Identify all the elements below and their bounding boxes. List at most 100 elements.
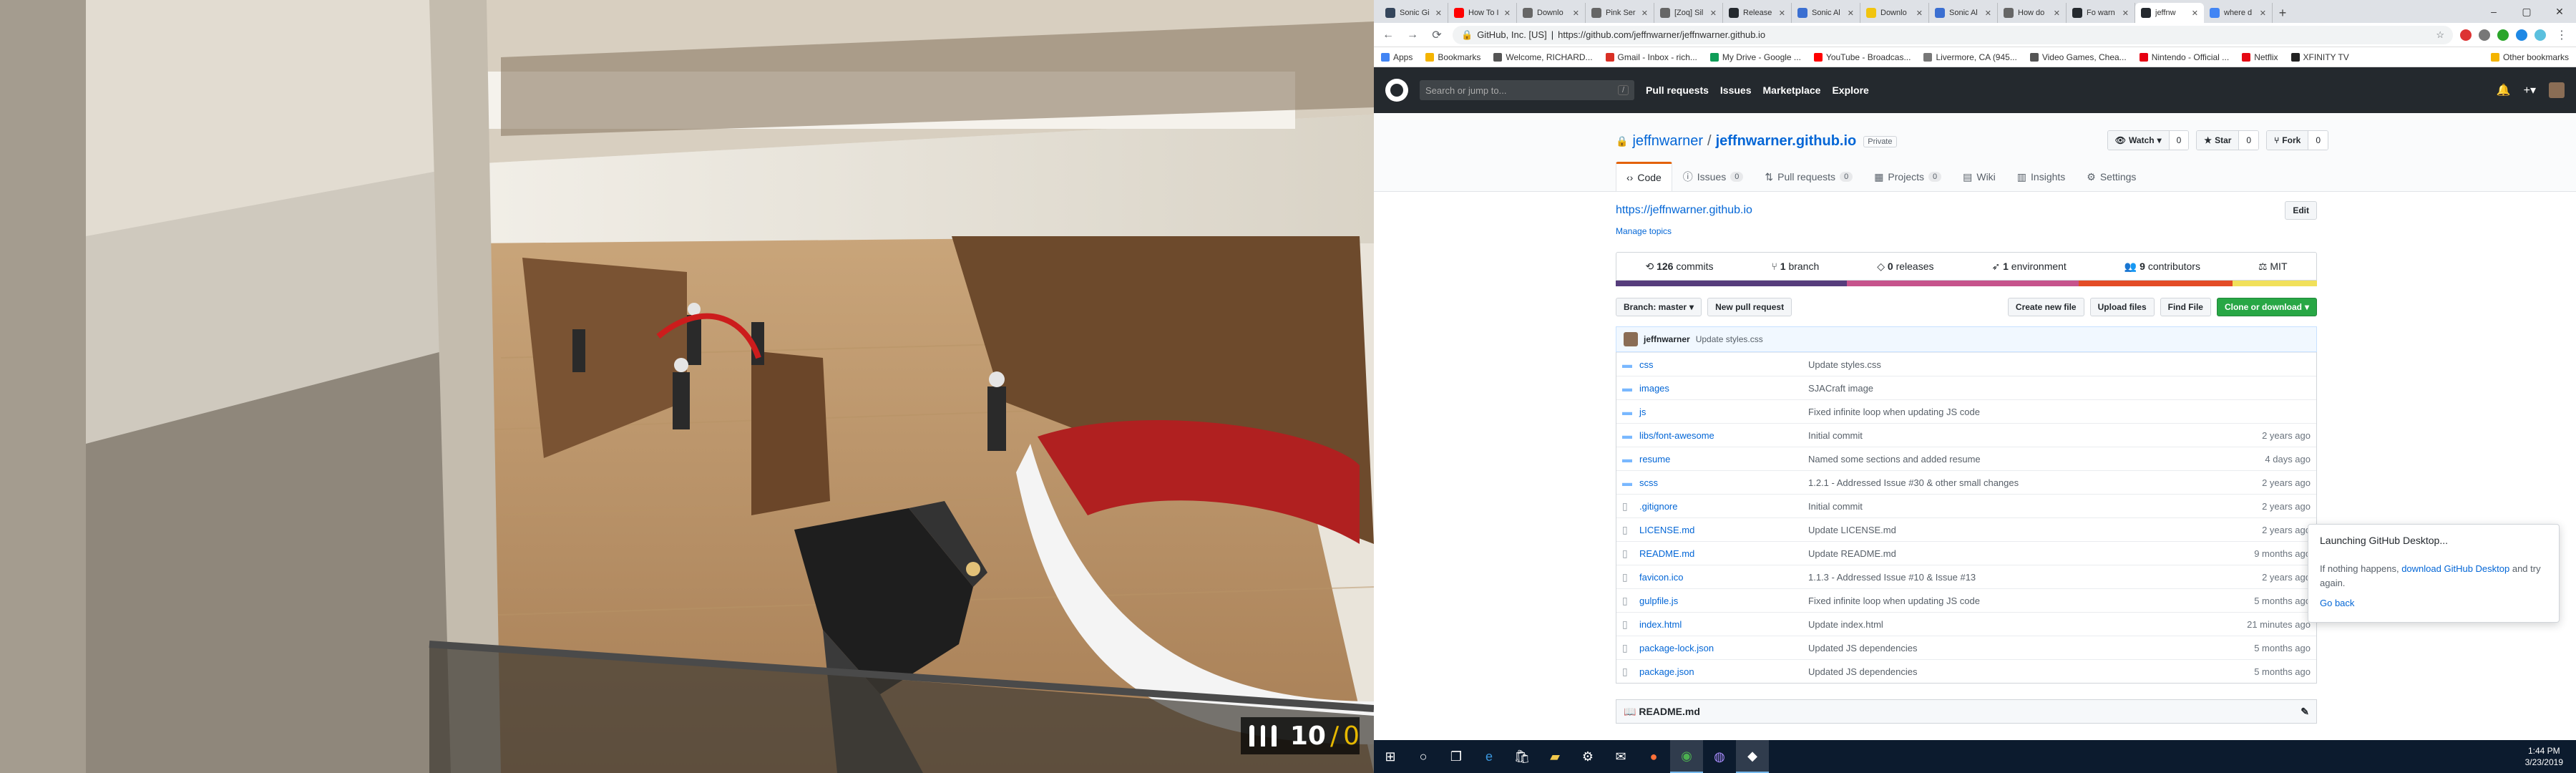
app-icon[interactable]: ◍ bbox=[1703, 740, 1736, 773]
clone-download-button[interactable]: Clone or download ▾ bbox=[2216, 298, 2317, 316]
chrome-icon[interactable]: ◉ bbox=[1670, 740, 1703, 773]
extension-icon[interactable] bbox=[2460, 29, 2472, 41]
tab-wiki[interactable]: ▤ Wiki bbox=[1952, 162, 2006, 191]
create-new-file-button[interactable]: Create new file bbox=[2007, 298, 2084, 316]
close-icon[interactable]: ✕ bbox=[1779, 9, 1785, 18]
star-count[interactable]: 0 bbox=[2239, 131, 2259, 150]
extension-icon[interactable] bbox=[2497, 29, 2509, 41]
game-viewport[interactable]: 10 / 0 bbox=[0, 0, 1374, 773]
address-url[interactable]: https://github.com/jeffnwarner/jeffnwarn… bbox=[1558, 29, 1765, 40]
manage-topics-link[interactable]: Manage topics bbox=[1616, 226, 2317, 236]
star-button[interactable]: ★ Star 0 bbox=[2196, 130, 2260, 150]
watch-button[interactable]: 👁 Watch ▾ 0 bbox=[2107, 130, 2190, 150]
file-name-link[interactable]: resume bbox=[1639, 454, 1808, 465]
bookmark-item[interactable]: XFINITY TV bbox=[2290, 52, 2349, 62]
forward-icon[interactable]: → bbox=[1404, 29, 1421, 42]
file-name-link[interactable]: libs/font-awesome bbox=[1639, 430, 1808, 441]
other-bookmarks[interactable]: Other bookmarks bbox=[2490, 52, 2569, 62]
bookmark-item[interactable]: Livermore, CA (945... bbox=[1923, 52, 2017, 62]
commit-message-link[interactable]: Update LICENSE.md bbox=[1808, 525, 2210, 535]
edge-icon[interactable]: e bbox=[1473, 740, 1506, 773]
close-icon[interactable]: ✕ bbox=[2543, 0, 2576, 23]
pencil-icon[interactable]: ✎ bbox=[2301, 706, 2309, 718]
close-icon[interactable]: ✕ bbox=[2122, 9, 2129, 18]
commit-message-link[interactable]: SJACraft image bbox=[1808, 383, 2210, 394]
bookmark-item[interactable]: Apps bbox=[1381, 52, 1413, 62]
maximize-icon[interactable]: ▢ bbox=[2510, 0, 2543, 23]
repo-name[interactable]: jeffnwarner.github.io bbox=[1716, 133, 1857, 150]
tab-insights[interactable]: ▥ Insights bbox=[2006, 162, 2076, 191]
go-back-link[interactable]: Go back bbox=[2320, 598, 2547, 608]
system-clock[interactable]: 1:44 PM 3/23/2019 bbox=[2525, 745, 2576, 768]
commit-message-link[interactable]: Named some sections and added resume bbox=[1808, 454, 2210, 465]
minimize-icon[interactable]: – bbox=[2477, 0, 2510, 23]
commit-message-link[interactable]: Fixed infinite loop when updating JS cod… bbox=[1808, 407, 2210, 417]
browser-tab[interactable]: Downlo ✕ bbox=[1517, 3, 1586, 23]
browser-tab[interactable]: How To I ✕ bbox=[1448, 3, 1517, 23]
browser-tab[interactable]: How do ✕ bbox=[1998, 3, 2067, 23]
close-icon[interactable]: ✕ bbox=[1710, 9, 1717, 18]
branch-select[interactable]: Branch: master ▾ bbox=[1616, 298, 1702, 316]
nav-pull-requests[interactable]: Pull requests bbox=[1646, 84, 1709, 96]
reload-icon[interactable]: ⟳ bbox=[1428, 28, 1445, 42]
commit-message-link[interactable]: 1.2.1 - Addressed Issue #30 & other smal… bbox=[1808, 477, 2210, 488]
firefox-icon[interactable]: ● bbox=[1637, 740, 1670, 773]
plus-icon[interactable]: +▾ bbox=[2524, 83, 2536, 97]
extension-icon[interactable] bbox=[2479, 29, 2490, 41]
commit-message-link[interactable]: Update index.html bbox=[1808, 619, 2210, 630]
file-name-link[interactable]: css bbox=[1639, 359, 1808, 370]
close-icon[interactable]: ✕ bbox=[1573, 9, 1579, 18]
bookmark-item[interactable]: My Drive - Google ... bbox=[1709, 52, 1801, 62]
watch-count[interactable]: 0 bbox=[2169, 131, 2189, 150]
new-tab-button[interactable]: + bbox=[2273, 3, 2293, 23]
close-icon[interactable]: ✕ bbox=[1985, 9, 1991, 18]
browser-tab[interactable]: where d ✕ bbox=[2204, 3, 2273, 23]
avatar[interactable] bbox=[2549, 82, 2565, 98]
close-icon[interactable]: ✕ bbox=[2260, 9, 2266, 18]
browser-tab[interactable]: Pink Ser ✕ bbox=[1586, 3, 1654, 23]
tab-projects[interactable]: ▦ Projects 0 bbox=[1863, 162, 1952, 191]
bookmark-item[interactable]: Video Games, Chea... bbox=[2029, 52, 2127, 62]
mail-icon[interactable]: ✉ bbox=[1604, 740, 1637, 773]
avatar[interactable] bbox=[1624, 332, 1638, 346]
extension-icon[interactable] bbox=[2516, 29, 2527, 41]
new-pull-request-button[interactable]: New pull request bbox=[1707, 298, 1792, 316]
game-app-icon[interactable]: ◆ bbox=[1736, 740, 1769, 773]
browser-tab[interactable]: Sonic Gi ✕ bbox=[1380, 3, 1448, 23]
close-icon[interactable]: ✕ bbox=[1435, 9, 1442, 18]
file-name-link[interactable]: .gitignore bbox=[1639, 501, 1808, 512]
bell-icon[interactable]: 🔔 bbox=[2497, 83, 2511, 97]
browser-tab[interactable]: Release ✕ bbox=[1723, 3, 1792, 23]
search-input[interactable]: Search or jump to... / bbox=[1420, 80, 1634, 100]
file-name-link[interactable]: README.md bbox=[1639, 548, 1808, 559]
commit-message-link[interactable]: Updated JS dependencies bbox=[1808, 666, 2210, 677]
file-explorer-icon[interactable]: ▰ bbox=[1538, 740, 1571, 773]
close-icon[interactable]: ✕ bbox=[1504, 9, 1511, 18]
tab-issues[interactable]: ⓘ Issues 0 bbox=[1672, 162, 1755, 191]
browser-tab[interactable]: Downlo ✕ bbox=[1860, 3, 1929, 23]
store-icon[interactable]: 🛍 bbox=[1506, 740, 1538, 773]
nav-explore[interactable]: Explore bbox=[1832, 84, 1868, 96]
file-name-link[interactable]: gulpfile.js bbox=[1639, 595, 1808, 606]
commit-message-link[interactable]: Updated JS dependencies bbox=[1808, 643, 2210, 653]
browser-tab[interactable]: [Zoq] Sil ✕ bbox=[1654, 3, 1723, 23]
address-bar[interactable]: 🔒 GitHub, Inc. [US] | https://github.com… bbox=[1453, 25, 2453, 44]
file-name-link[interactable]: favicon.ico bbox=[1639, 572, 1808, 583]
bookmark-item[interactable]: Netflix bbox=[2242, 52, 2278, 62]
file-name-link[interactable]: index.html bbox=[1639, 619, 1808, 630]
close-icon[interactable]: ✕ bbox=[1641, 9, 1648, 18]
browser-tab[interactable]: Fo warn ✕ bbox=[2067, 3, 2135, 23]
commit-message-link[interactable]: Initial commit bbox=[1808, 430, 2210, 441]
close-icon[interactable]: ✕ bbox=[2054, 9, 2060, 18]
upload-files-button[interactable]: Upload files bbox=[2089, 298, 2155, 316]
close-icon[interactable]: ✕ bbox=[1848, 9, 1854, 18]
find-file-button[interactable]: Find File bbox=[2160, 298, 2211, 316]
summary-branch[interactable]: ⑂ 1 branch bbox=[1771, 261, 1819, 272]
windows-start-icon[interactable]: ⊞ bbox=[1374, 740, 1407, 773]
commit-message-link[interactable]: Update styles.css bbox=[1808, 359, 2210, 370]
commit-message[interactable]: Update styles.css bbox=[1696, 334, 1763, 344]
edit-button[interactable]: Edit bbox=[2285, 201, 2317, 220]
fork-button[interactable]: ⑂ Fork 0 bbox=[2266, 130, 2328, 150]
commit-author[interactable]: jeffnwarner bbox=[1644, 334, 1690, 344]
commit-message-link[interactable]: Fixed infinite loop when updating JS cod… bbox=[1808, 595, 2210, 606]
